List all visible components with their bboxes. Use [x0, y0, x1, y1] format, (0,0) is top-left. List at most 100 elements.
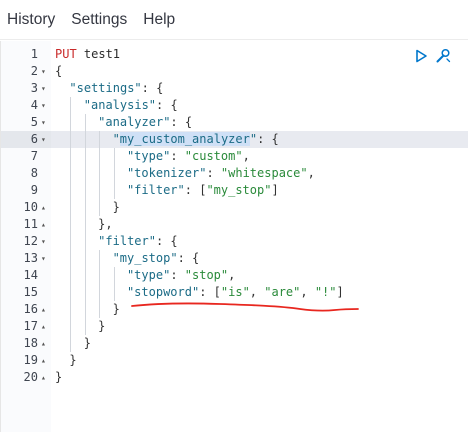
fold-open-icon[interactable]: ▾	[41, 233, 49, 250]
fold-close-icon[interactable]: ▴	[41, 318, 49, 335]
token-punc: }	[98, 319, 106, 333]
line-number: 16	[23, 302, 38, 316]
token-punc: : {	[155, 234, 178, 248]
indent-guide	[98, 182, 112, 199]
code-line[interactable]: 12 ▾ "filter": {	[1, 233, 468, 250]
menu-help[interactable]: Help	[143, 10, 175, 30]
fold-close-icon[interactable]: ▴	[41, 352, 49, 369]
line-number: 14	[23, 268, 38, 282]
fold-close-icon[interactable]: ▴	[41, 335, 49, 352]
line-code: "analyzer": {	[51, 114, 468, 131]
code-line[interactable]: 13 ▾ "my_stop": {	[1, 250, 468, 267]
indent-guide	[55, 165, 69, 182]
fold-close-icon[interactable]: ▴	[41, 199, 49, 216]
menu-settings[interactable]: Settings	[71, 10, 127, 30]
indent-guide	[98, 131, 112, 148]
line-number: 6	[30, 132, 38, 146]
code-line[interactable]: 4 ▾ "analysis": {	[1, 97, 468, 114]
wrench-icon[interactable]	[434, 47, 452, 65]
token-str: "whitespace"	[220, 166, 308, 180]
line-number: 10	[23, 200, 38, 214]
red-underline-annotation	[131, 302, 359, 312]
fold-close-icon[interactable]: ▴	[41, 216, 49, 233]
code-line[interactable]: 2 ▾ {	[1, 63, 468, 80]
indent-guide	[84, 233, 98, 250]
line-code: "filter": ["my_stop"]	[51, 182, 468, 199]
gutter-cell: 8	[1, 165, 51, 182]
gutter-cell: 17 ▴	[1, 318, 51, 335]
token-str: "!"	[314, 285, 337, 299]
code-line[interactable]: 7 "type": "custom",	[1, 148, 468, 165]
code-line[interactable]: 8 "tokenizer": "whitespace",	[1, 165, 468, 182]
fold-open-icon[interactable]: ▾	[41, 250, 49, 267]
gutter-cell: 2 ▾	[1, 63, 51, 80]
fold-open-icon[interactable]: ▾	[41, 131, 49, 148]
token-key: "	[112, 132, 120, 146]
code-line[interactable]: 11 ▴},	[1, 216, 468, 233]
line-code: "stopword": ["is", "are", "!"]	[51, 284, 468, 301]
code-editor[interactable]: 1 PUT test1 2 ▾{3 ▾ "settings": {4 ▾ "analysis"…	[0, 41, 468, 432]
gutter-cell: 14	[1, 267, 51, 284]
code-line[interactable]: 10 ▴}	[1, 199, 468, 216]
indent-guide	[55, 318, 69, 335]
line-number: 11	[23, 217, 38, 231]
indent-guide	[55, 284, 69, 301]
code-line[interactable]: 14 "type": "stop",	[1, 267, 468, 284]
indent-guide	[98, 267, 112, 284]
code-line[interactable]: 19 ▴}	[1, 352, 468, 369]
line-number: 9	[30, 183, 38, 197]
token-key: "my_stop"	[112, 251, 178, 265]
menu-history[interactable]: History	[7, 10, 55, 30]
line-code: "filter": {	[51, 233, 468, 250]
indent-guide	[55, 216, 69, 233]
fold-open-icon[interactable]: ▾	[41, 97, 49, 114]
code-line[interactable]: 6 ▾ "my_custom_analyzer": {	[1, 131, 468, 148]
play-icon[interactable]	[412, 47, 430, 65]
token-punc: :	[170, 149, 185, 163]
console-app: History Settings Help 1 PUT test1 2 ▾{3 ▾ "se…	[0, 0, 468, 432]
token-punc: ,	[228, 268, 236, 282]
code-line[interactable]: 9 "filter": ["my_stop"]	[1, 182, 468, 199]
gutter-cell: 4 ▾	[1, 97, 51, 114]
gutter-cell: 1	[1, 46, 51, 63]
fold-close-icon[interactable]: ▴	[41, 369, 49, 386]
fold-open-icon[interactable]: ▾	[41, 114, 49, 131]
token-key: "analysis"	[83, 98, 157, 112]
line-code: }	[51, 352, 468, 369]
indent-guide	[98, 148, 112, 165]
code-line[interactable]: 1 PUT test1	[1, 46, 468, 63]
fold-close-icon[interactable]: ▴	[41, 301, 49, 318]
token-key: "stopword"	[126, 285, 200, 299]
indent-guide	[55, 301, 69, 318]
code-line[interactable]: 5 ▾ "analyzer": {	[1, 114, 468, 131]
code-line[interactable]: 3 ▾ "settings": {	[1, 80, 468, 97]
token-punc: }	[112, 302, 120, 316]
indent-guide	[84, 182, 98, 199]
line-code: "type": "custom",	[51, 148, 468, 165]
indent-guide	[98, 301, 112, 318]
line-number: 13	[23, 251, 38, 265]
code-line[interactable]: 18 ▴}	[1, 335, 468, 352]
line-code: }	[51, 369, 468, 386]
indent-guide	[69, 250, 83, 267]
token-punc: ,	[249, 285, 265, 299]
indent-guide	[84, 216, 98, 233]
code-line[interactable]: 17 ▴}	[1, 318, 468, 335]
indent-guide	[69, 114, 83, 131]
indent-guide	[84, 114, 98, 131]
token-key: "filter"	[126, 183, 185, 197]
token-punc: }	[83, 336, 92, 350]
token-punc: ]	[271, 183, 279, 197]
code-line[interactable]: 20 ▴}	[1, 369, 468, 386]
fold-open-icon[interactable]: ▾	[41, 80, 49, 97]
indent-guide	[69, 267, 83, 284]
fold-open-icon[interactable]: ▾	[41, 63, 49, 80]
line-code: },	[51, 216, 468, 233]
token-punc: : [	[199, 285, 221, 299]
token-punc: : {	[177, 251, 200, 265]
gutter-cell: 20 ▴	[1, 369, 51, 386]
indent-guide	[113, 165, 127, 182]
indent-guide	[69, 199, 83, 216]
code-line[interactable]: 15 "stopword": ["is", "are", "!"]	[1, 284, 468, 301]
token-punc: : {	[156, 98, 178, 112]
